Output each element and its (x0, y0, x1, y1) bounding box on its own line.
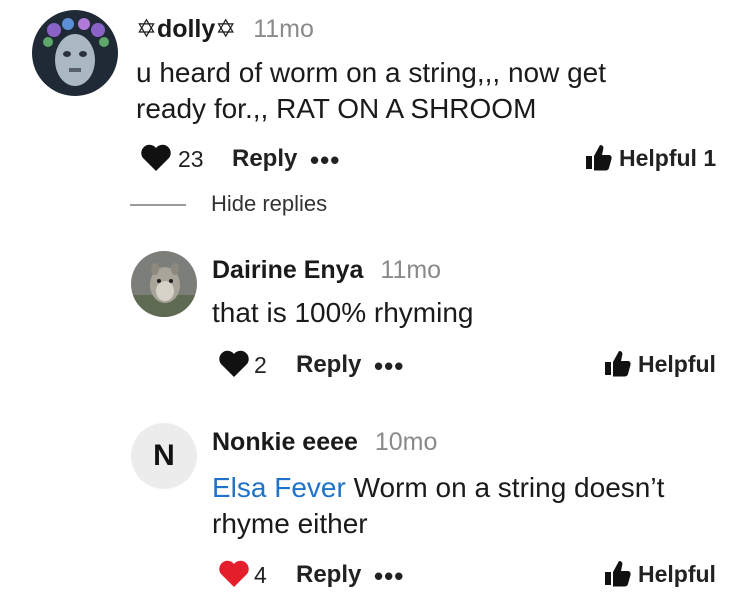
avatar[interactable]: N (131, 423, 197, 489)
heart-icon[interactable] (218, 560, 252, 588)
helpful-label: Helpful (638, 561, 716, 587)
thumbs-up-icon (605, 561, 631, 587)
helpful-button[interactable]: Helpful 1 (583, 142, 716, 174)
mention-link[interactable]: Elsa Fever (212, 472, 346, 503)
timestamp: 11mo (253, 15, 314, 43)
hide-replies-button[interactable]: Hide replies (211, 191, 327, 217)
reply-button[interactable]: Reply (296, 351, 361, 379)
like-count: 2 (254, 352, 267, 378)
comment-text: u heard of worm on a string,,, now get r… (136, 57, 607, 124)
username[interactable]: Nonkie eeee (212, 428, 358, 456)
timestamp: 11mo (380, 256, 442, 284)
thumbs-up-icon (586, 145, 612, 171)
divider (130, 204, 186, 206)
timestamp: 10mo (374, 428, 438, 456)
avatar-initial: N (153, 439, 175, 472)
reply-button[interactable]: Reply (296, 561, 361, 589)
heart-icon[interactable] (140, 144, 174, 172)
username[interactable]: ✡dolly✡ (136, 15, 236, 43)
more-icon[interactable]: ••• (310, 145, 340, 176)
comment-header: Dairine Enya 11mo (212, 256, 441, 285)
username[interactable]: Dairine Enya (212, 256, 363, 284)
like-count: 23 (178, 146, 204, 172)
avatar-image (131, 251, 197, 317)
reply-button[interactable]: Reply (232, 145, 297, 173)
helpful-button[interactable]: Helpful (602, 348, 716, 380)
comment-text: Elsa Fever Worm on a string doesn’t rhym… (212, 470, 712, 542)
like-count: 4 (254, 562, 267, 588)
avatar[interactable] (32, 10, 118, 96)
comment-header: Nonkie eeee 10mo (212, 428, 437, 457)
helpful-label: Helpful 1 (619, 145, 717, 171)
thumbs-up-icon (605, 351, 631, 377)
avatar-image (32, 10, 118, 96)
comment-header: ✡dolly✡ 11mo (136, 14, 314, 44)
helpful-label: Helpful (638, 351, 716, 377)
more-icon[interactable]: ••• (374, 561, 404, 592)
helpful-button[interactable]: Helpful (602, 558, 716, 590)
comment-text: that is 100% rhyming (212, 297, 474, 328)
avatar[interactable] (131, 251, 197, 317)
more-icon[interactable]: ••• (374, 351, 404, 382)
heart-icon[interactable] (218, 350, 252, 378)
